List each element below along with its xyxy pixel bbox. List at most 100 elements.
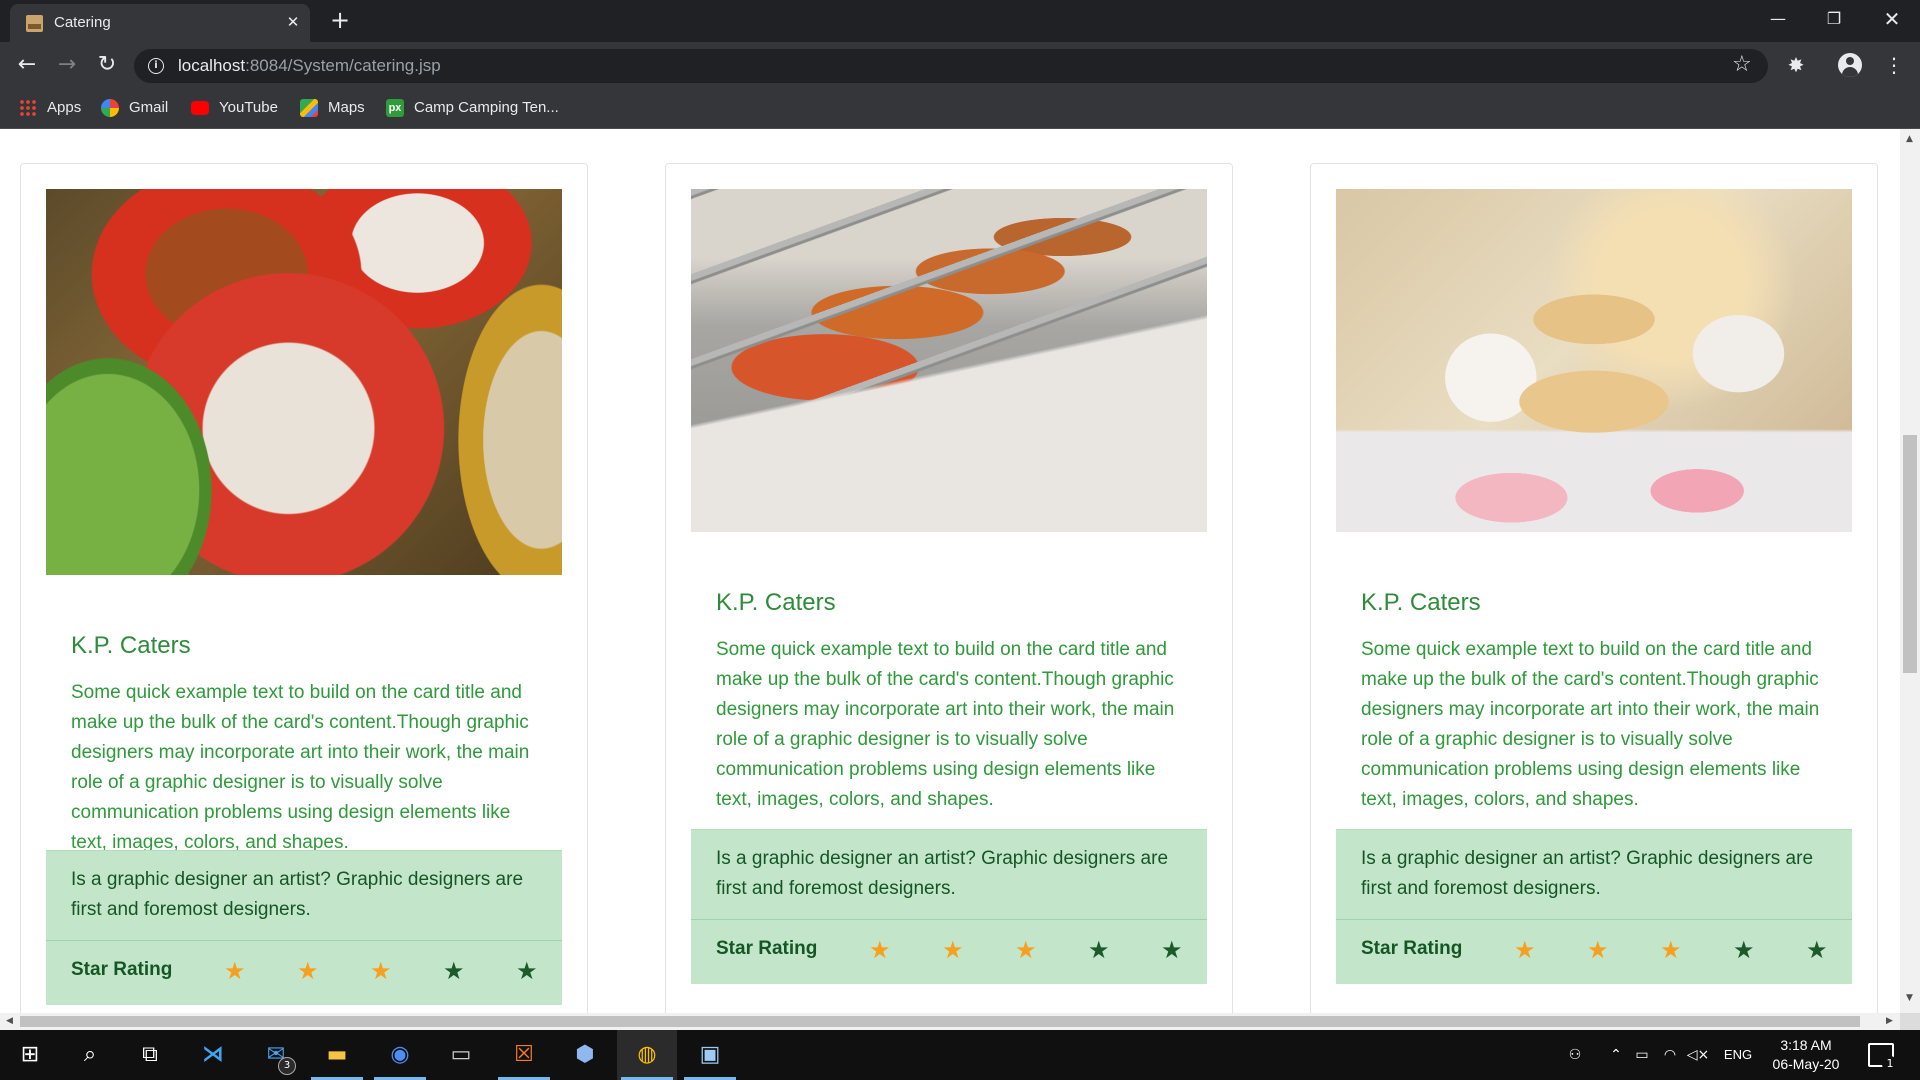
clock-date: 06-May-20 xyxy=(1772,1056,1840,1072)
new-tab-button[interactable]: + xyxy=(326,6,354,34)
browser-menu-icon[interactable]: ⋮ xyxy=(1880,51,1908,79)
star-rating-bar: Star Rating ★ ★ ★ ★ ★ xyxy=(691,919,1207,984)
star-icon[interactable]: ★ xyxy=(1806,936,1828,964)
star-icon[interactable]: ★ xyxy=(1587,936,1609,964)
vscode-icon: ⋊ xyxy=(202,1042,224,1067)
people-icon[interactable]: ⚇ xyxy=(1560,1030,1590,1080)
caterer-card: K.P. Caters Some quick example text to b… xyxy=(20,163,588,1013)
star-rating-label: Star Rating xyxy=(71,959,173,980)
clock-time: 3:18 AM xyxy=(1780,1037,1832,1053)
close-window-button[interactable]: ✕ xyxy=(1864,0,1920,38)
bookmarks-bar: Apps Gmail YouTube Maps px Camp Camping … xyxy=(0,88,1920,129)
youtube-icon xyxy=(191,101,209,115)
dessert-table-image xyxy=(1336,189,1852,532)
task-view-icon: ⧉ xyxy=(142,1042,158,1067)
star-icon[interactable]: ★ xyxy=(224,957,246,985)
windows-start-button[interactable]: ⊞ xyxy=(0,1030,60,1080)
restore-window-button[interactable]: ❐ xyxy=(1806,0,1862,38)
taskbar-mail[interactable]: ✉ 3 xyxy=(246,1030,306,1080)
mail-badge: 3 xyxy=(278,1057,296,1075)
url-text[interactable]: localhost:8084/System/catering.jsp xyxy=(178,56,441,76)
language-indicator[interactable]: ENG xyxy=(1718,1030,1758,1080)
card-title: K.P. Caters xyxy=(716,589,836,616)
close-tab-icon[interactable]: ✕ xyxy=(282,11,304,33)
scroll-up-arrow-icon[interactable]: ▲ xyxy=(1906,134,1913,144)
card-text: Some quick example text to build on the … xyxy=(1361,639,1820,810)
taskbar-search-button[interactable]: ⌕ xyxy=(60,1030,120,1080)
file-explorer-icon: ▬ xyxy=(326,1042,348,1067)
star-rating-label: Star Rating xyxy=(1361,938,1463,959)
caterer-card: K.P. Caters Some quick example text to b… xyxy=(665,163,1233,1013)
note-text: Is a graphic designer an artist? Graphic… xyxy=(716,848,1169,899)
task-view-button[interactable]: ⧉ xyxy=(120,1030,180,1080)
taskbar-file-explorer[interactable]: ▬ xyxy=(307,1030,367,1080)
url-host: localhost xyxy=(178,56,246,75)
search-icon: ⌕ xyxy=(83,1042,97,1067)
card-note: Is a graphic designer an artist? Graphic… xyxy=(1336,829,1852,920)
browser-tab[interactable]: Catering ✕ xyxy=(10,4,310,42)
star-rating-label: Star Rating xyxy=(716,938,818,959)
taskbar-terminal[interactable]: ▭ xyxy=(431,1030,491,1080)
star-icon[interactable]: ★ xyxy=(370,957,392,985)
bookmark-star-icon[interactable]: ☆ xyxy=(1732,52,1752,77)
forward-button[interactable]: → xyxy=(53,51,81,79)
buffet-trays-image xyxy=(691,189,1207,532)
address-bar[interactable]: i localhost:8084/System/catering.jsp ☆ xyxy=(134,49,1768,83)
maps-icon xyxy=(300,99,318,117)
site-info-icon[interactable]: i xyxy=(148,58,164,74)
scroll-down-arrow-icon[interactable]: ▼ xyxy=(1906,993,1913,1003)
taskbar-vscode[interactable]: ⋊ xyxy=(183,1030,243,1080)
profile-avatar-icon[interactable] xyxy=(1838,53,1862,77)
star-icon[interactable]: ★ xyxy=(942,936,964,964)
star-rating-bar: Star Rating ★ ★ ★ ★ ★ xyxy=(46,940,562,1005)
bookmark-label: YouTube xyxy=(219,99,278,116)
taskbar-3d-app[interactable]: ⬢ xyxy=(555,1030,615,1080)
apps-grid-icon xyxy=(19,99,37,117)
xampp-icon: ☒ xyxy=(514,1042,534,1067)
card-text: Some quick example text to build on the … xyxy=(71,682,530,853)
catering-favicon-icon xyxy=(26,15,43,32)
vertical-scroll-thumb[interactable] xyxy=(1903,435,1917,673)
volume-muted-icon[interactable]: ◁× xyxy=(1686,1030,1710,1080)
system-clock[interactable]: 3:18 AM 06-May-20 xyxy=(1766,1036,1846,1074)
battery-icon[interactable]: ▭ xyxy=(1630,1030,1654,1080)
taskbar-firefox[interactable]: ◉ xyxy=(370,1030,430,1080)
card-title: K.P. Caters xyxy=(71,632,191,659)
extension-icon[interactable]: ✸ xyxy=(1782,51,1810,79)
star-icon[interactable]: ★ xyxy=(1161,936,1183,964)
bookmark-label: Maps xyxy=(328,99,365,116)
star-icon[interactable]: ★ xyxy=(1660,936,1682,964)
back-button[interactable]: ← xyxy=(13,51,41,79)
taskbar-photos[interactable]: ▣ xyxy=(680,1030,740,1080)
note-text: Is a graphic designer an artist? Graphic… xyxy=(1361,848,1814,899)
star-icon[interactable]: ★ xyxy=(1514,936,1536,964)
show-hidden-icons-chevron-icon[interactable]: ⌃ xyxy=(1604,1030,1628,1080)
wifi-icon[interactable]: ◠ xyxy=(1658,1030,1682,1080)
star-icon[interactable]: ★ xyxy=(443,957,465,985)
browser-tabbar: Catering ✕ + — ❐ ✕ xyxy=(0,0,1920,42)
star-rating-bar: Star Rating ★ ★ ★ ★ ★ xyxy=(1336,919,1852,984)
star-icon[interactable]: ★ xyxy=(1088,936,1110,964)
scroll-right-arrow-icon[interactable]: ▶ xyxy=(1886,1016,1893,1026)
taskbar-xampp[interactable]: ☒ xyxy=(494,1030,554,1080)
star-icon[interactable]: ★ xyxy=(1733,936,1755,964)
star-icon[interactable]: ★ xyxy=(297,957,319,985)
bookmark-label: Apps xyxy=(47,99,82,116)
card-note: Is a graphic designer an artist? Graphic… xyxy=(46,850,562,941)
note-text: Is a graphic designer an artist? Graphic… xyxy=(71,869,524,920)
star-icon[interactable]: ★ xyxy=(1015,936,1037,964)
px-icon: px xyxy=(386,99,404,117)
taskbar-chrome[interactable]: ◍ xyxy=(617,1030,677,1080)
terminal-icon: ▭ xyxy=(450,1042,472,1067)
star-icon[interactable]: ★ xyxy=(516,957,538,985)
google-icon xyxy=(101,99,119,117)
photos-icon: ▣ xyxy=(699,1042,721,1067)
star-icon[interactable]: ★ xyxy=(869,936,891,964)
chrome-icon: ◍ xyxy=(637,1042,657,1067)
scroll-left-arrow-icon[interactable]: ◀ xyxy=(6,1016,13,1026)
minimize-window-button[interactable]: — xyxy=(1750,0,1806,38)
windows-taskbar: ⊞ ⌕ ⧉ ⋊ ✉ 3 ▬ ◉ ▭ ☒ ⬢ ◍ ▣ ⚇ ⌃ ▭ ◠ ◁× ENG… xyxy=(0,1030,1920,1080)
3d-box-icon: ⬢ xyxy=(575,1042,595,1067)
horizontal-scroll-thumb[interactable] xyxy=(20,1016,1860,1027)
reload-button[interactable]: ↻ xyxy=(93,51,121,79)
